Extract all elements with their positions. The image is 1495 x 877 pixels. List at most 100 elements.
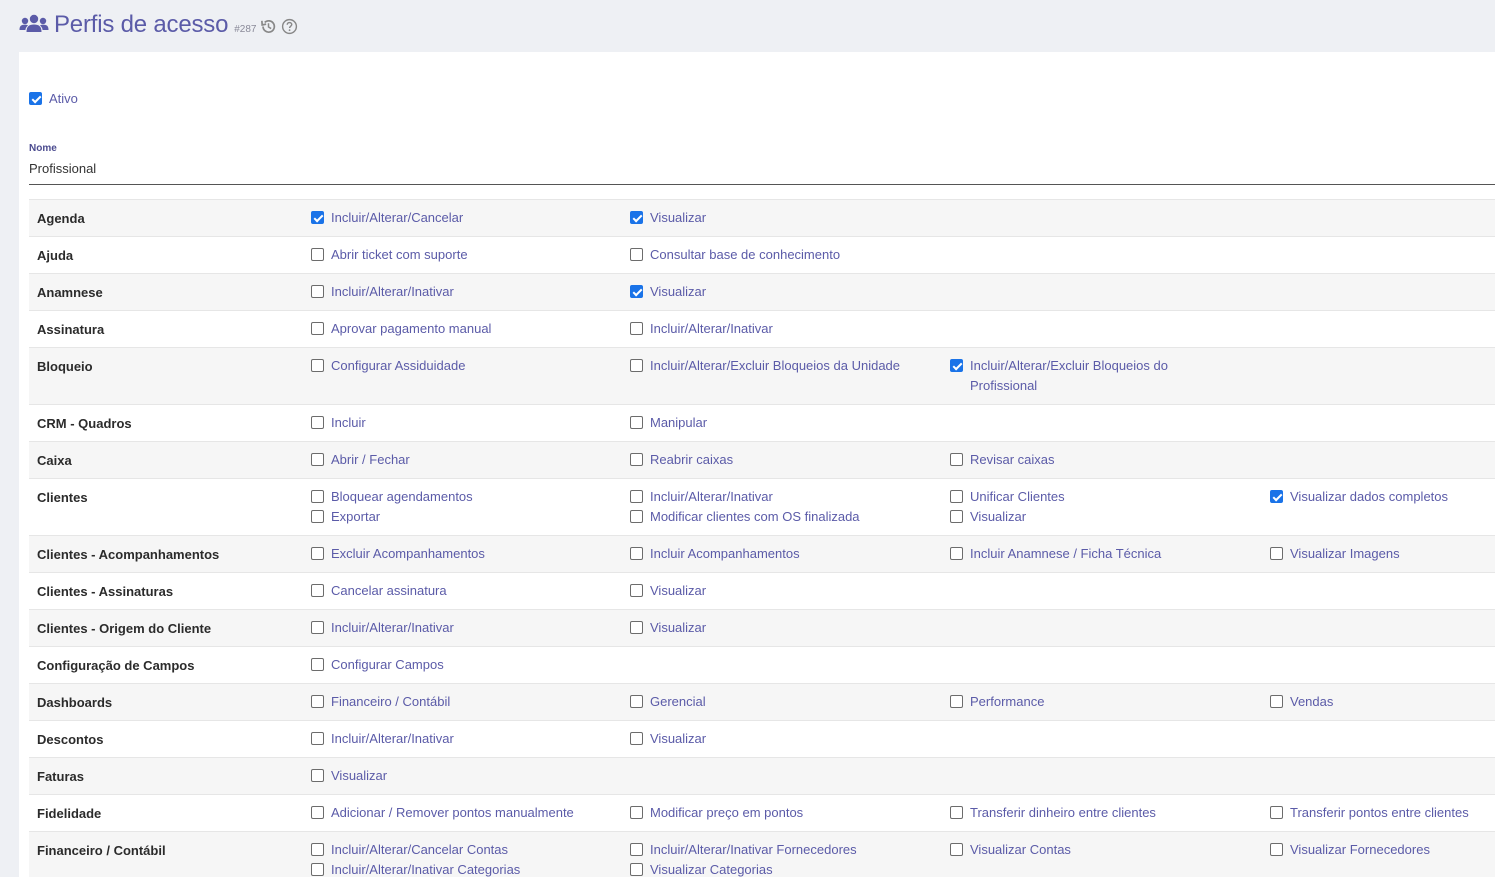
- history-icon[interactable]: [260, 18, 277, 35]
- permission-checkbox[interactable]: [311, 621, 324, 634]
- permission-financeiro-contabil-visualizar-fornecedores[interactable]: Visualizar Fornecedores: [1270, 840, 1430, 860]
- nome-input[interactable]: Profissional: [29, 161, 96, 176]
- permission-clientes-acompanhamentos-incluir-acompanhamentos[interactable]: Incluir Acompanhamentos: [630, 544, 800, 564]
- permission-assinatura-incluir-alterar-inativar[interactable]: Incluir/Alterar/Inativar: [630, 319, 773, 339]
- permission-financeiro-contabil-incluir-alterar-inativar-categorias[interactable]: Incluir/Alterar/Inativar Categorias: [311, 860, 520, 877]
- permission-financeiro-contabil-visualizar-categorias[interactable]: Visualizar Categorias: [630, 860, 773, 877]
- permission-checkbox[interactable]: [630, 248, 643, 261]
- permission-checkbox[interactable]: [311, 863, 324, 876]
- permission-checkbox[interactable]: [630, 285, 643, 298]
- permission-checkbox[interactable]: [950, 359, 963, 372]
- permission-checkbox[interactable]: [311, 732, 324, 745]
- permission-dashboards-gerencial[interactable]: Gerencial: [630, 692, 706, 712]
- permission-checkbox[interactable]: [1270, 490, 1283, 503]
- permission-clientes-unificar-clientes[interactable]: Unificar Clientes: [950, 487, 1065, 507]
- permission-checkbox[interactable]: [311, 547, 324, 560]
- permission-clientes-acompanhamentos-visualizar-imagens[interactable]: Visualizar Imagens: [1270, 544, 1400, 564]
- permission-checkbox[interactable]: [311, 658, 324, 671]
- permission-bloqueio-configurar-assiduidade[interactable]: Configurar Assiduidade: [311, 356, 465, 376]
- ativo-checkbox-box[interactable]: [29, 92, 42, 105]
- permission-faturas-visualizar[interactable]: Visualizar: [311, 766, 387, 786]
- permission-financeiro-contabil-incluir-alterar-cancelar-contas[interactable]: Incluir/Alterar/Cancelar Contas: [311, 840, 508, 860]
- permission-dashboards-financeiro-contabil[interactable]: Financeiro / Contábil: [311, 692, 450, 712]
- permission-checkbox[interactable]: [311, 510, 324, 523]
- permission-checkbox[interactable]: [311, 584, 324, 597]
- permission-clientes-acompanhamentos-excluir-acompanhamentos[interactable]: Excluir Acompanhamentos: [311, 544, 485, 564]
- permission-checkbox[interactable]: [630, 584, 643, 597]
- permission-agenda-visualizar[interactable]: Visualizar: [630, 208, 706, 228]
- permission-anamnese-visualizar[interactable]: Visualizar: [630, 282, 706, 302]
- permission-bloqueio-incluir-alterar-excluir-bloqueios-do-profissional[interactable]: Incluir/Alterar/Excluir Bloqueios do Pro…: [950, 356, 1220, 396]
- permission-checkbox[interactable]: [630, 322, 643, 335]
- permission-assinatura-aprovar-pagamento-manual[interactable]: Aprovar pagamento manual: [311, 319, 491, 339]
- permission-checkbox[interactable]: [950, 843, 963, 856]
- permission-checkbox[interactable]: [950, 490, 963, 503]
- permission-bloqueio-incluir-alterar-excluir-bloqueios-da-unidade[interactable]: Incluir/Alterar/Excluir Bloqueios da Uni…: [630, 356, 900, 376]
- permission-financeiro-contabil-visualizar-contas[interactable]: Visualizar Contas: [950, 840, 1071, 860]
- permission-clientes-assinaturas-cancelar-assinatura[interactable]: Cancelar assinatura: [311, 581, 447, 601]
- permission-checkbox[interactable]: [1270, 843, 1283, 856]
- permission-checkbox[interactable]: [630, 490, 643, 503]
- nome-field[interactable]: Nome Profissional: [29, 142, 1495, 185]
- permission-checkbox[interactable]: [630, 453, 643, 466]
- permission-fidelidade-modificar-preco-em-pontos[interactable]: Modificar preço em pontos: [630, 803, 803, 823]
- permission-checkbox[interactable]: [311, 322, 324, 335]
- permission-crm-quadros-manipular[interactable]: Manipular: [630, 413, 707, 433]
- permission-descontos-incluir-alterar-inativar[interactable]: Incluir/Alterar/Inativar: [311, 729, 454, 749]
- permission-checkbox[interactable]: [630, 547, 643, 560]
- permission-checkbox[interactable]: [311, 490, 324, 503]
- help-icon[interactable]: [281, 18, 298, 35]
- permission-clientes-origem-do-cliente-visualizar[interactable]: Visualizar: [630, 618, 706, 638]
- permission-clientes-modificar-clientes-com-os-finalizada[interactable]: Modificar clientes com OS finalizada: [630, 507, 860, 527]
- permission-checkbox[interactable]: [311, 211, 324, 224]
- permission-anamnese-incluir-alterar-inativar[interactable]: Incluir/Alterar/Inativar: [311, 282, 454, 302]
- permission-checkbox[interactable]: [630, 695, 643, 708]
- permission-fidelidade-transferir-pontos-entre-clientes[interactable]: Transferir pontos entre clientes: [1270, 803, 1469, 823]
- permission-checkbox[interactable]: [1270, 547, 1283, 560]
- permission-clientes-acompanhamentos-incluir-anamnese-ficha-tecnica[interactable]: Incluir Anamnese / Ficha Técnica: [950, 544, 1161, 564]
- permission-checkbox[interactable]: [630, 863, 643, 876]
- permission-clientes-visualizar-dados-completos[interactable]: Visualizar dados completos: [1270, 487, 1448, 507]
- permission-checkbox[interactable]: [311, 285, 324, 298]
- permission-checkbox[interactable]: [630, 732, 643, 745]
- permission-agenda-incluir-alterar-cancelar[interactable]: Incluir/Alterar/Cancelar: [311, 208, 463, 228]
- permission-checkbox[interactable]: [311, 416, 324, 429]
- permission-checkbox[interactable]: [630, 621, 643, 634]
- permission-caixa-abrir-fechar[interactable]: Abrir / Fechar: [311, 450, 410, 470]
- permission-checkbox[interactable]: [630, 843, 643, 856]
- permission-clientes-exportar[interactable]: Exportar: [311, 507, 380, 527]
- permission-checkbox[interactable]: [311, 359, 324, 372]
- permission-fidelidade-adicionar-remover-pontos-manualmente[interactable]: Adicionar / Remover pontos manualmente: [311, 803, 574, 823]
- permission-checkbox[interactable]: [311, 695, 324, 708]
- permission-ajuda-consultar-base-de-conhecimento[interactable]: Consultar base de conhecimento: [630, 245, 840, 265]
- permission-ajuda-abrir-ticket-com-suporte[interactable]: Abrir ticket com suporte: [311, 245, 468, 265]
- permission-financeiro-contabil-incluir-alterar-inativar-fornecedores[interactable]: Incluir/Alterar/Inativar Fornecedores: [630, 840, 857, 860]
- permission-fidelidade-transferir-dinheiro-entre-clientes[interactable]: Transferir dinheiro entre clientes: [950, 803, 1156, 823]
- permission-dashboards-performance[interactable]: Performance: [950, 692, 1044, 712]
- permission-checkbox[interactable]: [311, 769, 324, 782]
- permission-crm-quadros-incluir[interactable]: Incluir: [311, 413, 366, 433]
- permission-checkbox[interactable]: [630, 416, 643, 429]
- ativo-checkbox[interactable]: Ativo: [29, 91, 78, 106]
- permission-checkbox[interactable]: [950, 453, 963, 466]
- permission-clientes-bloquear-agendamentos[interactable]: Bloquear agendamentos: [311, 487, 473, 507]
- permission-checkbox[interactable]: [630, 510, 643, 523]
- permission-checkbox[interactable]: [311, 453, 324, 466]
- permission-checkbox[interactable]: [950, 695, 963, 708]
- permission-clientes-origem-do-cliente-incluir-alterar-inativar[interactable]: Incluir/Alterar/Inativar: [311, 618, 454, 638]
- permission-configuracao-de-campos-configurar-campos[interactable]: Configurar Campos: [311, 655, 444, 675]
- permission-clientes-assinaturas-visualizar[interactable]: Visualizar: [630, 581, 706, 601]
- permission-checkbox[interactable]: [1270, 806, 1283, 819]
- permission-checkbox[interactable]: [630, 806, 643, 819]
- permission-checkbox[interactable]: [630, 359, 643, 372]
- permission-checkbox[interactable]: [950, 510, 963, 523]
- permission-checkbox[interactable]: [311, 843, 324, 856]
- permission-checkbox[interactable]: [1270, 695, 1283, 708]
- permission-checkbox[interactable]: [950, 806, 963, 819]
- permission-caixa-revisar-caixas[interactable]: Revisar caixas: [950, 450, 1055, 470]
- permission-caixa-reabrir-caixas[interactable]: Reabrir caixas: [630, 450, 733, 470]
- permission-checkbox[interactable]: [950, 547, 963, 560]
- permission-dashboards-vendas[interactable]: Vendas: [1270, 692, 1333, 712]
- permission-clientes-visualizar[interactable]: Visualizar: [950, 507, 1026, 527]
- permission-checkbox[interactable]: [311, 806, 324, 819]
